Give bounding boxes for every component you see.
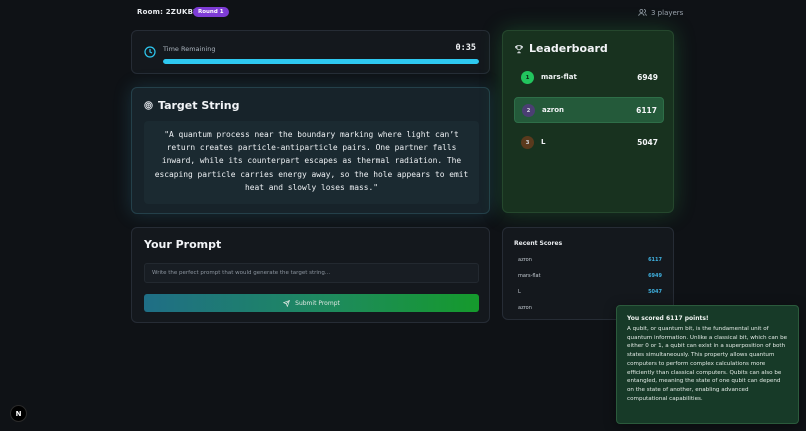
leaderboard-row-current-player: 2 azron 6117: [514, 97, 664, 123]
recent-player-name: mars-flat: [518, 273, 541, 279]
prompt-card: Your Prompt Submit Prompt: [131, 227, 490, 323]
player-name: azron: [542, 106, 565, 114]
player-name: L: [541, 138, 546, 146]
recent-player-name: L: [518, 289, 521, 295]
leaderboard-heading: Leaderboard: [514, 42, 608, 55]
recent-player-name: azron: [518, 257, 532, 263]
trophy-icon: [515, 44, 523, 53]
toast-title: You scored 6117 points!: [627, 315, 709, 322]
rank-badge: 1: [521, 71, 534, 84]
recent-player-score: 6117: [648, 257, 662, 263]
recent-score-row: L 5047: [518, 289, 662, 297]
recent-player-score: 6949: [648, 273, 662, 279]
leaderboard-row: 3 L 5047: [514, 130, 664, 156]
submit-prompt-button[interactable]: Submit Prompt: [144, 294, 479, 312]
room-code: Room: 2ZUKBX: [137, 8, 199, 16]
recent-scores-title: Recent Scores: [514, 240, 563, 247]
leaderboard-row: 1 mars-flat 6949: [514, 65, 664, 91]
toast-body: A qubit, or quantum bit, is the fundamen…: [627, 326, 788, 402]
score-toast[interactable]: You scored 6117 points! A qubit, or quan…: [616, 305, 799, 424]
timer-progress-bar: [163, 59, 479, 64]
recent-score-row: mars-flat 6949: [518, 273, 662, 281]
dev-tools-badge[interactable]: N: [10, 405, 27, 422]
target-string-text: "A quantum process near the boundary mar…: [154, 130, 469, 192]
timer-card: Time Remaining 0:35: [131, 30, 490, 74]
clock-icon: [144, 46, 156, 58]
player-score: 6117: [636, 106, 657, 115]
timer-value: 0:35: [455, 43, 476, 53]
player-name: mars-flat: [541, 73, 577, 81]
players-count: 3 players: [638, 8, 683, 17]
target-icon: [144, 101, 153, 110]
rank-badge: 2: [522, 104, 535, 117]
player-score: 5047: [637, 138, 658, 147]
rank-badge: 3: [521, 136, 534, 149]
players-label: 3 players: [651, 8, 684, 17]
player-score: 6949: [637, 73, 658, 82]
target-string-heading: Target String: [144, 99, 239, 112]
prompt-input[interactable]: [144, 263, 479, 283]
submit-prompt-label: Submit Prompt: [295, 299, 340, 307]
timer-progress-fill: [163, 59, 479, 64]
send-icon: [283, 299, 291, 307]
prompt-title: Your Prompt: [144, 238, 222, 251]
leaderboard-title: Leaderboard: [529, 42, 608, 55]
recent-player-name: azron: [518, 305, 532, 311]
recent-player-score: 5047: [648, 289, 662, 295]
timer-label: Time Remaining: [163, 45, 216, 53]
target-string-card: Target String "A quantum process near th…: [131, 87, 490, 214]
users-icon: [638, 9, 647, 16]
recent-score-row: azron 6117: [518, 257, 662, 265]
target-string-title: Target String: [158, 99, 240, 112]
target-string-box: "A quantum process near the boundary mar…: [144, 121, 479, 204]
leaderboard-card: Leaderboard 1 mars-flat 6949 2 azron 611…: [502, 30, 674, 213]
round-badge: Round 1: [193, 7, 229, 17]
top-bar: Room: 2ZUKBX Round 1 3 players: [0, 0, 806, 26]
